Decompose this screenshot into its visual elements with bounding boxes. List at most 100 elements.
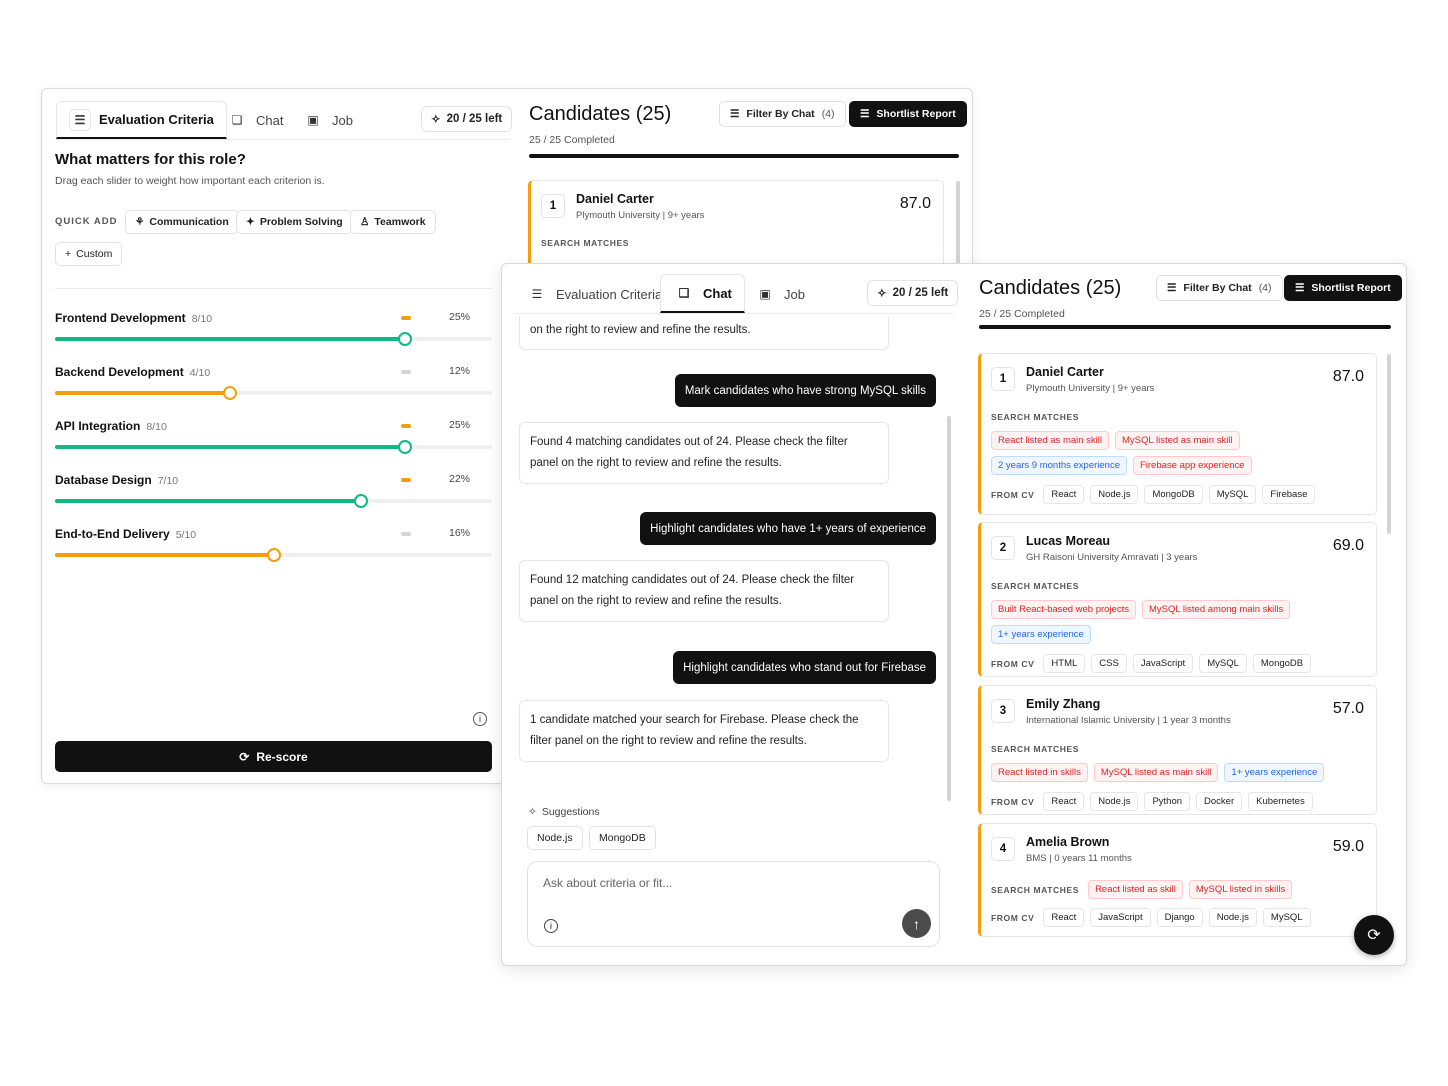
quick-add-problem-solving[interactable]: ✦ Problem Solving	[236, 210, 353, 234]
criterion-slider[interactable]	[55, 494, 492, 508]
criterion-slider[interactable]	[55, 440, 492, 454]
candidate-institution: BMS | 0 years 11 months	[1026, 853, 1132, 864]
tab-chat[interactable]: ❏ Chat	[660, 274, 745, 313]
candidate-card[interactable]: 1 Daniel Carter Plymouth University | 9+ y…	[978, 353, 1377, 515]
skill-tag: Docker	[1196, 792, 1243, 811]
slider-handle[interactable]	[398, 332, 412, 346]
candidates-title: Candidates (25)	[529, 103, 672, 125]
quick-add-teamwork[interactable]: ♙ Teamwork	[350, 210, 436, 234]
candidate-card[interactable]: 3 Emily Zhang International Islamic Univer…	[978, 685, 1377, 815]
section-divider	[55, 288, 492, 289]
slider-fill	[55, 337, 405, 341]
skill-tag: Kubernetes	[1248, 792, 1313, 811]
scrollbar[interactable]	[956, 181, 960, 271]
rank-badge: 4	[991, 837, 1015, 861]
candidate-score: 87.0	[1332, 368, 1364, 385]
rank-badge: 1	[541, 194, 565, 218]
chat-input-box[interactable]: Ask about criteria or fit... i ↑	[527, 861, 940, 947]
tab-label: Evaluation Criteria	[99, 112, 214, 127]
criterion-slider[interactable]	[55, 548, 492, 562]
sparkle-icon: ✧	[528, 806, 537, 818]
chat-icon: ❏	[231, 113, 243, 127]
criterion-slider[interactable]	[55, 386, 492, 400]
candidate-card[interactable]: 4 Amelia Brown BMS | 0 years 11 months 59.0…	[978, 823, 1377, 937]
slider-handle[interactable]	[267, 548, 281, 562]
criterion-label: End-to-End Delivery	[55, 527, 170, 541]
match-tags-row: React listed as main skill MySQL listed a…	[991, 431, 1240, 450]
credits-text: 20 / 25 left	[446, 113, 503, 125]
skill-tag: Python	[1144, 792, 1191, 811]
tab-label: Job	[332, 112, 353, 128]
candidates-title: Candidates (25)	[979, 277, 1122, 299]
match-tag: Built React-based web projects	[991, 600, 1136, 619]
skill-tag: MongoDB	[1252, 654, 1312, 673]
info-icon[interactable]: i	[473, 712, 487, 726]
search-matches-label: SEARCH MATCHES	[991, 581, 1080, 591]
sparkle-icon: ✧	[877, 288, 887, 300]
shortlist-report-button[interactable]: ☰ Shortlist Report	[1284, 275, 1402, 301]
chat-input[interactable]: Ask about criteria or fit...	[543, 876, 672, 890]
filter-by-chat-button[interactable]: ☰ Filter By Chat (4)	[719, 101, 846, 127]
criterion-score: 4/10	[189, 367, 211, 379]
criterion-percent: 12%	[448, 365, 470, 377]
briefcase-icon: ▣	[759, 287, 771, 301]
user-message: Highlight candidates who stand out for F…	[673, 651, 936, 684]
refresh-icon: ⟳	[239, 749, 250, 764]
skill-tag: Node.js	[1090, 792, 1139, 811]
match-tag: MySQL listed as main skill	[1115, 431, 1240, 450]
tab-job[interactable]: ▣ Job	[742, 276, 817, 312]
assistant-message: Found 12 matching candidates out of 24. …	[519, 560, 889, 622]
slider-fill	[55, 391, 230, 395]
criterion-slider[interactable]	[55, 332, 492, 346]
match-tag: MySQL listed as main skill	[1093, 763, 1219, 782]
criterion-percent: 25%	[448, 311, 470, 323]
rescore-button[interactable]: ⟳ Re-score	[55, 741, 492, 772]
custom-criterion-button[interactable]: + Custom	[55, 242, 123, 266]
weight-indicator	[401, 532, 411, 536]
progress-bar	[529, 154, 959, 158]
candidate-scrollbar[interactable]	[1387, 354, 1391, 534]
search-matches-label: SEARCH MATCHES	[991, 744, 1080, 754]
rank-badge: 1	[991, 367, 1015, 391]
candidate-card[interactable]: 2 Lucas Moreau GH Raisoni University Amrav…	[978, 522, 1377, 677]
assistant-message: 1 candidate matched your search for Fire…	[519, 700, 889, 762]
from-cv-row: FROM CV React JavaScript Django Node.js MySQL	[991, 908, 1311, 927]
candidate-name: Amelia Brown	[1026, 835, 1110, 849]
suggestion-chip[interactable]: Node.js	[527, 826, 583, 850]
criterion-label: Frontend Development	[55, 311, 186, 325]
skill-tag: Firebase	[1262, 485, 1316, 504]
from-cv-row: FROM CV React Node.js Python Docker Kubernete…	[991, 792, 1313, 811]
chat-scrollbar[interactable]	[947, 416, 951, 801]
slider-handle[interactable]	[354, 494, 368, 508]
skill-tag: Node.js	[1090, 485, 1139, 504]
completed-status: 25 / 25 Completed	[529, 134, 615, 146]
tab-evaluation-criteria[interactable]: ☰ Evaluation Criteria	[514, 276, 674, 312]
tab-job[interactable]: ▣ Job	[290, 102, 365, 138]
assistant-fab-button[interactable]: ⟳	[1354, 915, 1394, 955]
communication-icon: ⚘	[135, 216, 145, 228]
quick-add-communication[interactable]: ⚘ Communication	[125, 210, 239, 234]
criterion-score: 8/10	[146, 421, 167, 433]
from-cv-label: FROM CV	[991, 489, 1035, 500]
credits-text: 20 / 25 left	[892, 287, 949, 299]
slider-handle[interactable]	[398, 440, 412, 454]
slider-handle[interactable]	[223, 386, 237, 400]
criterion-name: API Integration 8/10	[55, 419, 167, 433]
tab-evaluation-criteria[interactable]: ☰ Evaluation Criteria	[56, 101, 227, 139]
from-cv-row: FROM CV HTML CSS JavaScript MySQL MongoDB	[991, 654, 1312, 673]
rank-badge: 3	[991, 699, 1015, 723]
tab-chat[interactable]: ❏ Chat	[214, 102, 295, 138]
from-cv-label: FROM CV	[991, 912, 1035, 923]
criterion-label: API Integration	[55, 419, 141, 433]
bolt-icon: ✦	[246, 216, 255, 228]
skill-tag: React	[1043, 485, 1085, 504]
criterion-name: Database Design 7/10	[55, 473, 178, 487]
tab-divider	[514, 313, 954, 314]
filter-by-chat-button[interactable]: ☰ Filter By Chat (4)	[1156, 275, 1283, 301]
info-icon[interactable]: i	[544, 919, 558, 933]
shortlist-label: Shortlist Report	[876, 108, 956, 120]
send-button[interactable]: ↑	[902, 909, 931, 938]
criterion-percent: 22%	[448, 473, 470, 485]
shortlist-report-button[interactable]: ☰ Shortlist Report	[849, 101, 967, 127]
suggestion-chip[interactable]: MongoDB	[589, 826, 656, 850]
